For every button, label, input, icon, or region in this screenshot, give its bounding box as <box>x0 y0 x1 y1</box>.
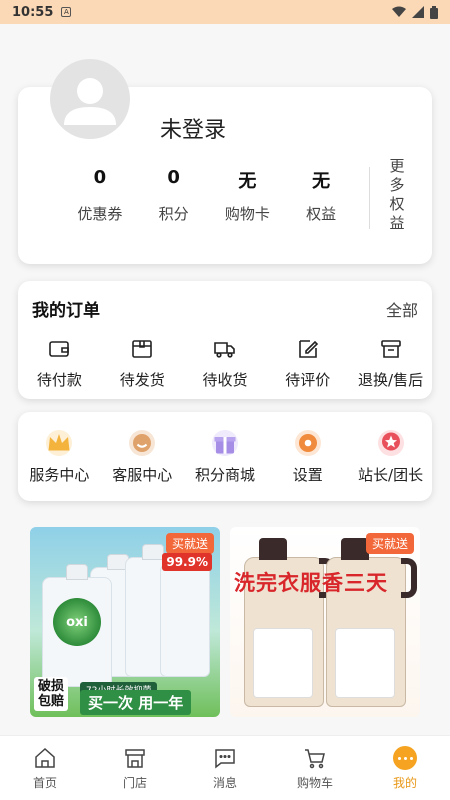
stat-value: 无 <box>238 171 257 192</box>
stat-value: 无 <box>312 171 331 192</box>
signal-icon <box>412 6 424 18</box>
order-status-label: 待付款 <box>36 371 82 389</box>
tab-label: 门店 <box>122 776 147 790</box>
services-row: 服务中心 客服中心 积分商城 设置 站长/团长 <box>18 430 432 485</box>
all-orders-link[interactable]: 全部 <box>386 297 418 321</box>
gear-icon <box>294 430 321 456</box>
promo-percent: 99.9% <box>162 553 212 571</box>
product-bottle: oxi <box>42 564 112 687</box>
settings[interactable]: 设置 <box>266 430 349 485</box>
stat-benefits[interactable]: 无 权益 <box>284 167 358 224</box>
customer-service[interactable]: 客服中心 <box>101 430 184 485</box>
avatar[interactable] <box>50 59 130 139</box>
more-benefits-link[interactable]: 更多权益 <box>388 157 406 233</box>
promo-tag: 买就送 <box>365 533 414 554</box>
battery-icon <box>430 5 438 19</box>
service-label: 站长/团长 <box>358 466 424 484</box>
bottle-label: oxi <box>53 598 101 646</box>
promo-banner-left[interactable]: oxi 买就送 99.9% 破损 包赔 72小时长效抑菌 买一次 用一年 <box>30 527 220 717</box>
stat-label: 积分 <box>158 205 189 223</box>
stat-points[interactable]: 0 积分 <box>137 167 211 224</box>
stat-label: 购物卡 <box>224 205 270 223</box>
tab-label: 我的 <box>392 776 417 790</box>
services-card: 服务中心 客服中心 积分商城 设置 站长/团长 <box>18 412 432 501</box>
crown-icon <box>46 430 73 456</box>
orders-title: 我的订单 <box>32 301 100 321</box>
tab-label: 消息 <box>212 776 237 790</box>
status-time: 10:55 <box>12 4 54 20</box>
promo-title: 洗完衣服香三天 <box>234 571 388 595</box>
tab-mine[interactable]: 我的 <box>360 736 450 800</box>
product-bottle <box>160 550 210 677</box>
package-icon <box>132 340 152 358</box>
return-box-icon <box>380 340 401 358</box>
bottom-tab-bar: 首页 门店 消息 购物车 我的 <box>0 735 450 800</box>
message-icon <box>215 749 235 769</box>
profile-dots-icon <box>393 746 417 770</box>
order-pending-shipment[interactable]: 待发货 <box>101 337 184 390</box>
service-label: 客服中心 <box>112 466 173 484</box>
stat-value: 0 <box>167 167 180 188</box>
order-pending-receipt[interactable]: 待收货 <box>184 337 267 390</box>
tab-label: 购物车 <box>296 776 333 790</box>
tab-home[interactable]: 首页 <box>0 736 90 800</box>
login-status[interactable]: 未登录 <box>160 112 226 144</box>
order-status-label: 待收货 <box>202 371 248 389</box>
promo-tag: 买就送 <box>165 533 214 554</box>
stat-coupons[interactable]: 0 优惠券 <box>63 167 137 224</box>
orders-card: 我的订单 全部 待付款 待发货 待收货 待评价 退换/售后 <box>18 281 432 399</box>
truck-icon <box>214 342 235 358</box>
damage-guarantee-badge: 破损 包赔 <box>34 677 69 711</box>
gift-icon <box>211 430 238 456</box>
service-label: 设置 <box>292 466 323 484</box>
customer-service-icon <box>129 430 156 456</box>
order-returns[interactable]: 退换/售后 <box>349 337 432 390</box>
service-label: 积分商城 <box>194 466 255 484</box>
stats-row: 0 优惠券 0 积分 无 购物卡 无 权益 <box>18 167 358 224</box>
status-icons <box>392 5 438 19</box>
order-status-label: 待发货 <box>119 371 165 389</box>
notification-icon: A <box>61 7 72 17</box>
cart-icon <box>305 749 325 769</box>
wallet-icon <box>49 341 70 357</box>
tab-messages[interactable]: 消息 <box>180 736 270 800</box>
wifi-icon <box>392 6 406 17</box>
store-icon <box>125 749 145 768</box>
divider <box>369 167 370 229</box>
tab-label: 首页 <box>32 776 57 790</box>
tab-cart[interactable]: 购物车 <box>270 736 360 800</box>
promo-cta: 买一次 用一年 <box>80 690 192 715</box>
medal-icon <box>377 430 404 456</box>
stat-gift-card[interactable]: 无 购物卡 <box>211 167 285 224</box>
order-status-row: 待付款 待发货 待收货 待评价 退换/售后 <box>18 337 432 390</box>
service-label: 服务中心 <box>29 466 90 484</box>
edit-icon <box>298 340 318 358</box>
home-icon <box>35 747 55 768</box>
order-pending-review[interactable]: 待评价 <box>266 337 349 390</box>
stat-value: 0 <box>93 167 107 188</box>
station-leader[interactable]: 站长/团长 <box>349 430 432 485</box>
promo-banner-right[interactable]: 洗完衣服香三天 买就送 <box>230 527 420 717</box>
service-center[interactable]: 服务中心 <box>18 430 101 485</box>
order-status-label: 待评价 <box>285 371 331 389</box>
points-mall[interactable]: 积分商城 <box>184 430 267 485</box>
stat-label: 优惠券 <box>77 205 123 223</box>
status-bar: 10:55 A <box>0 0 450 24</box>
default-avatar-icon <box>64 78 116 125</box>
orders-header: 我的订单 全部 <box>18 281 432 322</box>
order-pending-payment[interactable]: 待付款 <box>18 337 101 390</box>
tab-store[interactable]: 门店 <box>90 736 180 800</box>
stat-label: 权益 <box>306 205 337 223</box>
order-status-label: 退换/售后 <box>358 371 424 389</box>
